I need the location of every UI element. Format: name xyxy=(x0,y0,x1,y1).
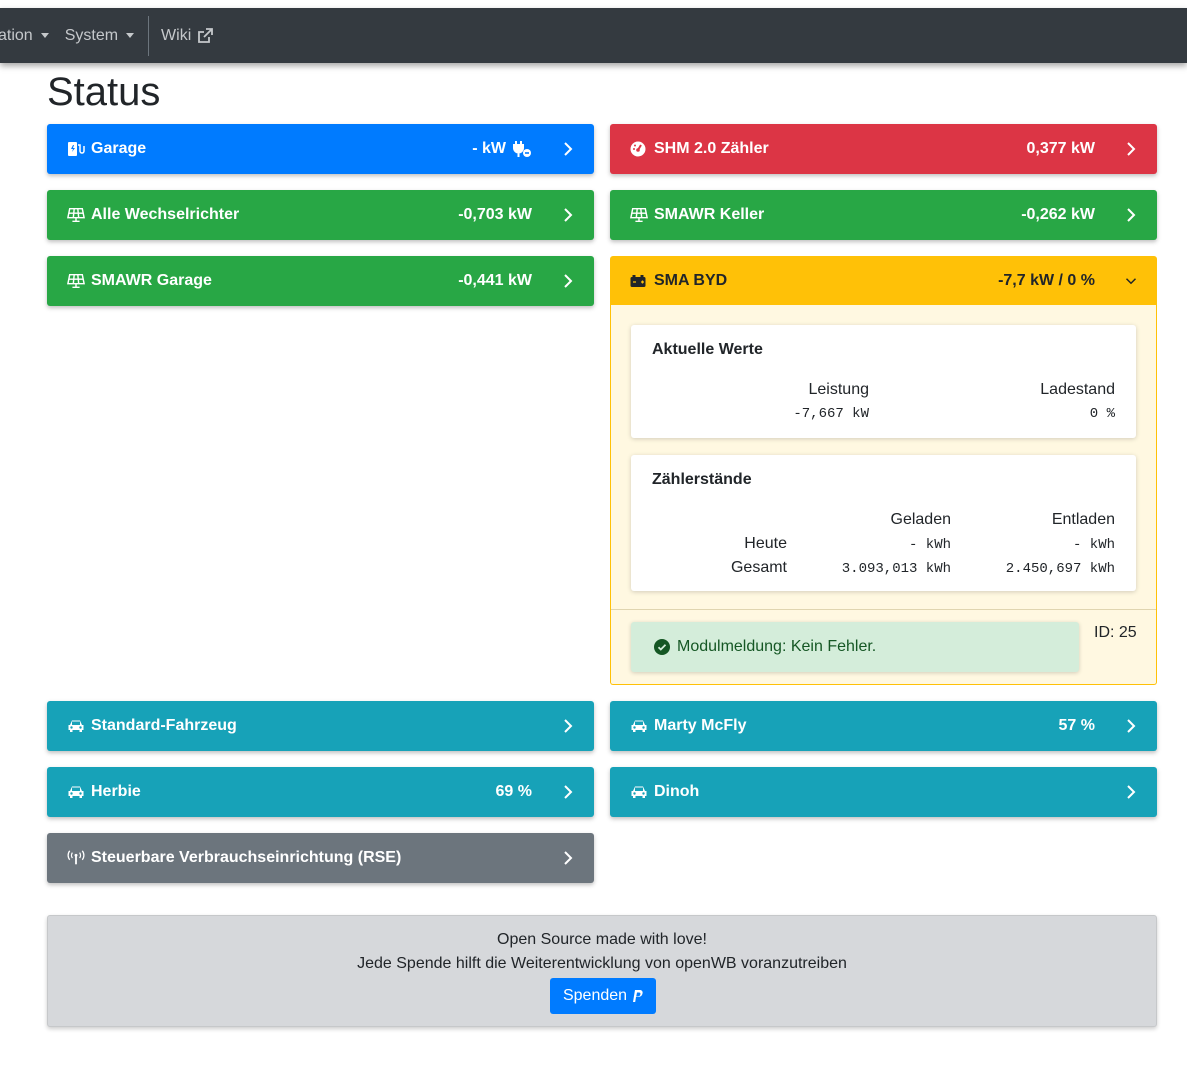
card-garage-value: - kW xyxy=(472,140,532,158)
module-message-text: Modulmeldung: Kein Fehler. xyxy=(677,638,877,655)
card-smawr-garage-label: SMAWR Garage xyxy=(91,272,212,289)
car-icon xyxy=(630,717,648,735)
soc-value: 0 % xyxy=(1089,406,1115,422)
card-smawr-keller[interactable]: SMAWR Keller -0,262 kW xyxy=(610,190,1157,240)
counters-card: Zählerstände Geladen Entladen Heute - kW… xyxy=(631,455,1136,591)
discharged-label: Entladen xyxy=(1051,511,1115,528)
panel-divider xyxy=(611,609,1156,610)
chevron-right-icon xyxy=(562,207,574,223)
footer-line-2: Jede Spende hilft die Weiterentwicklung … xyxy=(357,955,847,972)
nav-item-configuration[interactable]: ation xyxy=(0,8,49,63)
card-all-inverters-value: -0,703 kW xyxy=(458,206,532,223)
card-standard-vehicle[interactable]: Standard-Fahrzeug xyxy=(47,701,594,751)
page-title: Status xyxy=(47,70,161,114)
donate-button[interactable]: Spenden xyxy=(550,978,656,1014)
card-all-inverters-label: Alle Wechselrichter xyxy=(91,206,240,223)
today-discharged-value: - kWh xyxy=(1072,537,1115,553)
car-icon xyxy=(67,717,85,735)
donation-footer: Open Source made with love! Jede Spende … xyxy=(47,915,1157,1027)
today-label: Heute xyxy=(744,535,787,552)
external-link-icon xyxy=(198,27,214,43)
chevron-right-icon xyxy=(562,850,574,866)
chevron-right-icon xyxy=(1125,141,1137,157)
nav-item-wiki-label: Wiki xyxy=(161,26,192,44)
nav-divider xyxy=(148,15,150,56)
donate-button-label: Spenden xyxy=(562,987,628,1004)
solar-panel-icon xyxy=(67,272,85,290)
solar-panel-icon xyxy=(67,206,85,224)
chevron-right-icon xyxy=(1125,718,1137,734)
card-smawr-garage-value: -0,441 kW xyxy=(458,272,532,289)
plug-disconnected-icon xyxy=(513,141,531,157)
chevron-right-icon xyxy=(562,784,574,800)
car-icon xyxy=(67,783,85,801)
card-vehicle-marty[interactable]: Marty McFly 57 % xyxy=(610,701,1157,751)
card-garage-power: - kW xyxy=(472,140,506,157)
power-value: -7,667 kW xyxy=(793,406,869,422)
current-values-title: Aktuelle Werte xyxy=(652,341,763,358)
card-smawr-garage[interactable]: SMAWR Garage -0,441 kW xyxy=(47,256,594,306)
card-shm-value: 0,377 kW xyxy=(1026,140,1095,157)
counters-title: Zählerstände xyxy=(652,471,752,488)
nav-item-system-label: System xyxy=(64,26,119,44)
nav-item-system[interactable]: System xyxy=(64,8,135,63)
card-vehicle-marty-soc: 57 % xyxy=(1058,717,1095,734)
soc-label: Ladestand xyxy=(1040,381,1115,398)
card-vehicle-dinoh-label: Dinoh xyxy=(654,783,700,800)
navbar: ation System Wiki xyxy=(0,8,1187,63)
total-charged-value: 3.093,013 kWh xyxy=(841,561,951,577)
sma-byd-detail-panel: Aktuelle Werte Leistung Ladestand -7,667… xyxy=(610,305,1157,685)
card-vehicle-herbie-soc: 69 % xyxy=(495,783,532,800)
charged-label: Geladen xyxy=(890,511,952,528)
card-all-inverters[interactable]: Alle Wechselrichter -0,703 kW xyxy=(47,190,594,240)
card-smawr-keller-value: -0,262 kW xyxy=(1021,206,1095,223)
chevron-down-icon xyxy=(1125,273,1137,289)
total-discharged-value: 2.450,697 kWh xyxy=(1005,561,1115,577)
battery-icon xyxy=(630,272,648,290)
gauge-icon xyxy=(630,140,648,158)
card-vehicle-marty-label: Marty McFly xyxy=(654,717,747,734)
card-sma-byd-value: -7,7 kW / 0 % xyxy=(998,272,1095,289)
card-sma-byd-label: SMA BYD xyxy=(654,272,728,289)
card-garage[interactable]: Garage - kW xyxy=(47,124,594,174)
solar-panel-icon xyxy=(630,206,648,224)
card-shm-counter[interactable]: SHM 2.0 Zähler 0,377 kW xyxy=(610,124,1157,174)
broadcast-tower-icon xyxy=(67,849,85,867)
chevron-right-icon xyxy=(562,273,574,289)
current-values-card: Aktuelle Werte Leistung Ladestand -7,667… xyxy=(631,325,1136,438)
card-smawr-keller-label: SMAWR Keller xyxy=(654,206,765,223)
top-strip xyxy=(0,0,1187,8)
card-vehicle-dinoh[interactable]: Dinoh xyxy=(610,767,1157,817)
car-icon xyxy=(630,783,648,801)
paypal-icon xyxy=(633,990,643,1002)
nav-item-configuration-label: ation xyxy=(0,26,33,44)
chevron-right-icon xyxy=(1125,207,1137,223)
chevron-right-icon xyxy=(562,141,574,157)
nav-item-wiki[interactable]: Wiki xyxy=(161,8,214,63)
card-vehicle-herbie-label: Herbie xyxy=(91,783,141,800)
footer-line-1: Open Source made with love! xyxy=(497,931,707,948)
today-charged-value: - kWh xyxy=(908,537,951,553)
caret-down-icon xyxy=(40,33,49,38)
chevron-right-icon xyxy=(1125,784,1137,800)
card-standard-vehicle-label: Standard-Fahrzeug xyxy=(91,717,237,734)
card-shm-label: SHM 2.0 Zähler xyxy=(654,140,769,157)
component-id: ID: 25 xyxy=(1094,624,1137,641)
charge-point-icon xyxy=(67,140,85,158)
module-message-alert: Modulmeldung: Kein Fehler. xyxy=(631,622,1079,672)
caret-down-icon xyxy=(126,33,135,38)
chevron-right-icon xyxy=(562,718,574,734)
card-rse-label: Steuerbare Verbrauchseinrichtung (RSE) xyxy=(91,849,402,866)
card-rse[interactable]: Steuerbare Verbrauchseinrichtung (RSE) xyxy=(47,833,594,883)
card-sma-byd[interactable]: SMA BYD -7,7 kW / 0 % xyxy=(610,256,1157,306)
check-circle-icon xyxy=(654,639,670,655)
total-label: Gesamt xyxy=(730,559,787,576)
card-garage-label: Garage xyxy=(91,140,147,157)
card-vehicle-herbie[interactable]: Herbie 69 % xyxy=(47,767,594,817)
power-label: Leistung xyxy=(808,381,870,398)
